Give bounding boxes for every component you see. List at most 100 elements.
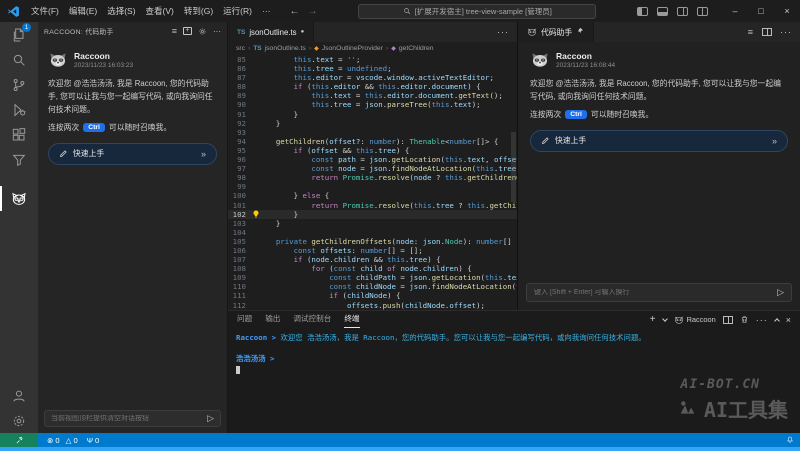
line-number[interactable]: 104 [228,228,250,237]
line-number[interactable]: 90 [228,100,250,109]
code-line[interactable]: 86 this.tree = undefined; [228,64,517,73]
code-line[interactable]: 106 const offsets: number[] = []; [228,246,517,255]
code-line[interactable]: 111 if (childNode) { [228,291,517,300]
run-debug-icon[interactable] [0,97,38,122]
explorer-icon[interactable]: 1 [0,22,38,47]
line-number[interactable]: 92 [228,119,250,128]
line-number[interactable]: 86 [228,64,250,73]
customize-layout-icon[interactable] [697,7,708,16]
code-line[interactable]: 99 [228,182,517,191]
line-number[interactable]: 102 [228,210,250,219]
back-icon[interactable]: ← [289,6,299,17]
terminal-profile-dropdown-icon[interactable] [662,316,668,322]
code-line[interactable]: 107 if (node.children && this.tree) { [228,255,517,264]
quickstart-button[interactable]: 快速上手 » [48,143,217,165]
split-editor-icon[interactable] [762,28,772,36]
forward-icon[interactable]: → [307,6,317,17]
panel-more-actions-icon[interactable]: ··· [756,315,768,325]
maximize-panel-icon[interactable] [774,318,780,324]
assistant-more-actions-icon[interactable]: ··· [780,27,792,37]
code-line[interactable]: 110 const childNode = json.findNodeAtLoc… [228,282,517,291]
code-line[interactable]: 91 } [228,110,517,119]
filter-view-icon[interactable] [0,147,38,172]
tab-code-assistant[interactable]: 代码助手 [518,22,594,42]
code-line[interactable]: 101 return Promise.resolve(this.tree ? t… [228,201,517,210]
code-line[interactable]: 90 this.tree = json.parseTree(this.text)… [228,100,517,109]
line-number[interactable]: 95 [228,146,250,155]
code-line[interactable]: 88 if (this.editor && this.editor.docume… [228,82,517,91]
code-line[interactable]: 97 const node = json.findNodeAtLocation(… [228,164,517,173]
line-number[interactable]: 107 [228,255,250,264]
panel-tab-输出[interactable]: 输出 [265,311,280,328]
tab-jsonoutline[interactable]: TS jsonOutline.ts ● [228,22,314,42]
breadcrumb-class[interactable]: JsonOutlineProvider [322,45,383,52]
line-number[interactable]: 94 [228,137,250,146]
modified-dot-icon[interactable]: ● [301,29,305,35]
close-button[interactable]: × [774,0,800,22]
assistant-chat-input[interactable] [534,289,772,296]
command-center-search[interactable]: [扩展开发宿主] tree-view-sample [管理员] [358,4,596,19]
extensions-icon[interactable] [0,122,38,147]
split-terminal-icon[interactable] [723,316,733,324]
breadcrumb-file[interactable]: jsonOutline.ts [265,45,306,52]
close-panel-icon[interactable]: × [786,315,791,325]
pin-icon[interactable] [576,27,584,37]
code-editor[interactable]: 85 this.text = '';86 this.tree = undefin… [228,55,517,310]
toggle-panel-icon[interactable] [657,7,668,16]
sidebar-chat-input[interactable] [51,415,203,422]
panel-tab-终端[interactable]: 终端 [344,311,359,328]
menu-item[interactable]: 运行(R) [218,0,257,22]
line-number[interactable]: 110 [228,282,250,291]
menu-item[interactable]: 转到(G) [179,0,218,22]
breadcrumb-src[interactable]: src [236,45,245,52]
new-terminal-icon[interactable]: + [650,314,656,325]
menu-item[interactable]: 文件(F) [26,0,64,22]
lightbulb-icon[interactable] [252,210,260,219]
code-line[interactable]: 109 const childPath = json.getLocation(t… [228,273,517,282]
source-control-icon[interactable] [0,72,38,97]
code-line[interactable]: 87 this.editor = vscode.window.activeTex… [228,73,517,82]
line-number[interactable]: 106 [228,246,250,255]
settings-gear-icon[interactable] [0,408,38,433]
ports-status[interactable]: Ψ 0 [87,436,100,445]
kill-terminal-trash-icon[interactable] [740,315,749,324]
code-line[interactable]: 89 this.text = this.editor.document.getT… [228,91,517,100]
remote-indicator[interactable] [0,433,38,447]
line-number[interactable]: 87 [228,73,250,82]
problems-status[interactable]: ⊗ 0 △ 0 [47,436,78,445]
session-list-icon[interactable]: ≡ [172,26,177,36]
line-number[interactable]: 109 [228,273,250,282]
code-line[interactable]: 85 this.text = ''; [228,55,517,64]
panel-tab-问题[interactable]: 问题 [237,311,252,328]
code-line[interactable]: 93 [228,128,517,137]
sidebar-settings-icon[interactable] [198,27,207,36]
line-number[interactable]: 99 [228,182,250,191]
menu-item[interactable]: 编辑(E) [64,0,102,22]
code-line[interactable]: 103 } [228,219,517,228]
line-number[interactable]: 96 [228,155,250,164]
minimize-button[interactable]: – [722,0,748,22]
menu-item[interactable]: 查看(V) [141,0,179,22]
line-number[interactable]: 88 [228,82,250,91]
notifications-area[interactable] [786,436,794,444]
send-icon[interactable]: ▷ [777,287,784,298]
line-number[interactable]: 93 [228,128,250,137]
line-number[interactable]: 108 [228,264,250,273]
line-number[interactable]: 101 [228,201,250,210]
terminal-view[interactable]: Raccoon > 欢迎您 浩浩汤汤，我是 Raccoon，您的代码助手。您可以… [228,328,800,433]
breadcrumb-method[interactable]: getChildren [399,45,434,52]
line-number[interactable]: 89 [228,91,250,100]
quickstart-button[interactable]: 快速上手 » [530,130,788,152]
code-line[interactable]: 98 return Promise.resolve(node ? this.ge… [228,173,517,182]
toggle-sidebar-icon[interactable] [637,7,648,16]
code-line[interactable]: 112 offsets.push(childNode.offset); [228,301,517,310]
editor-more-actions-icon[interactable]: ··· [489,22,517,42]
line-number[interactable]: 112 [228,301,250,310]
line-number[interactable]: 98 [228,173,250,182]
code-line[interactable]: 100 } else { [228,191,517,200]
new-chat-icon[interactable]: + [183,27,192,35]
line-number[interactable]: 103 [228,219,250,228]
code-line[interactable]: 96 const path = json.getLocation(this.te… [228,155,517,164]
line-number[interactable]: 97 [228,164,250,173]
terminal-profile[interactable]: Raccoon [674,315,716,325]
